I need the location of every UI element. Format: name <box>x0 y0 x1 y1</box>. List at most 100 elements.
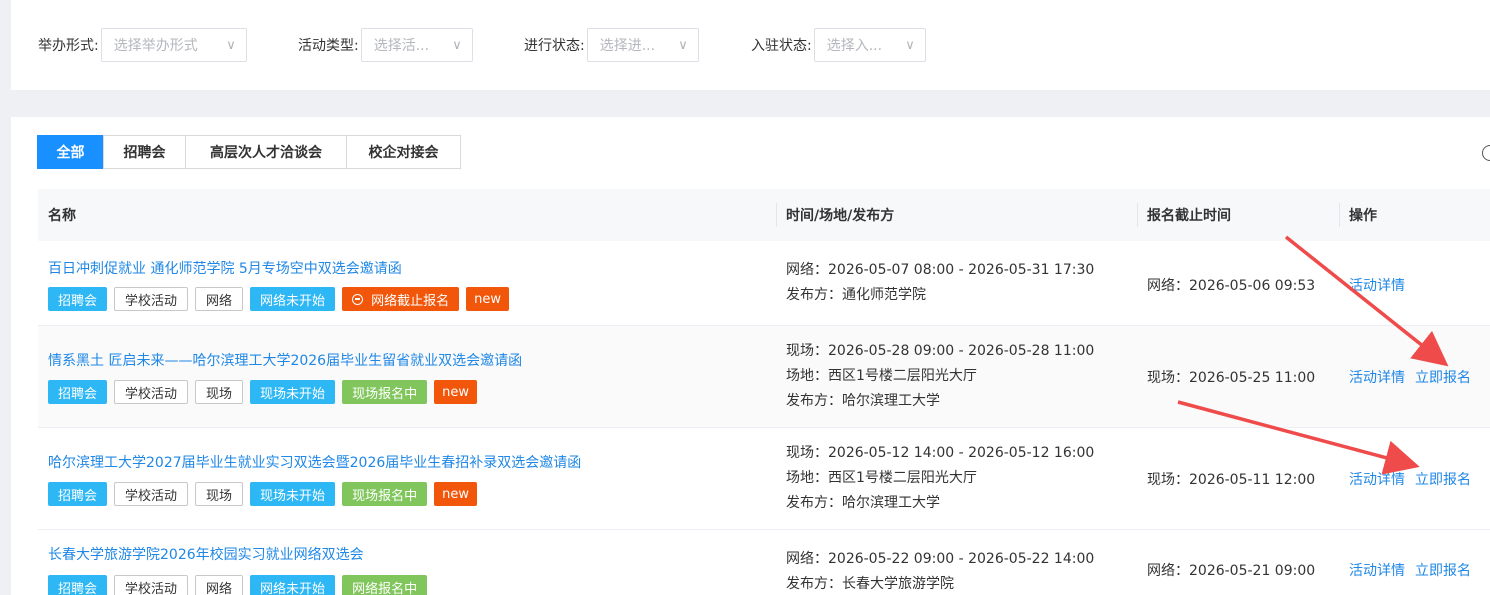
activity-details-link[interactable]: 活动详情 <box>1349 275 1405 295</box>
activity-list-card: 全部 招聘会 高层次人才洽谈会 校企对接会 名称 时间/场地/发布方 报名截止时… <box>11 117 1490 595</box>
activity-details-link[interactable]: 活动详情 <box>1349 469 1405 489</box>
tag-job-fair: 招聘会 <box>48 482 108 506</box>
register-now-link[interactable]: 立即报名 <box>1415 469 1471 489</box>
tab-job-fair[interactable]: 招聘会 <box>103 135 186 169</box>
filter-progress-select[interactable]: 选择进... ∨ <box>586 28 699 62</box>
tag-new: new <box>434 380 477 404</box>
tag-registration-closed-label: 网络截止报名 <box>371 293 450 309</box>
tag-school-activity: 学校活动 <box>114 380 189 404</box>
tag-not-started: 网络未开始 <box>250 287 336 311</box>
tag-new: new <box>466 287 509 311</box>
row-actions: 活动详情 立即报名 <box>1349 367 1471 387</box>
activity-title-link[interactable]: 百日冲刺促就业 通化师范学院 5月专场空中双选会邀请函 <box>48 258 402 278</box>
filter-format: 举办形式: 选择举办形式 ∨ <box>38 27 247 63</box>
category-tabs: 全部 招聘会 高层次人才洽谈会 校企对接会 <box>37 135 461 169</box>
tag-group: 招聘会 学校活动 网络 网络未开始 网络截止报名 new <box>48 287 509 311</box>
tag-not-started: 现场未开始 <box>250 380 336 404</box>
filter-type: 活动类型: 选择活... ∨ <box>298 27 473 63</box>
registration-deadline: 现场：2026-05-11 12:00 <box>1147 472 1316 488</box>
tag-onsite: 现场 <box>195 380 244 404</box>
tag-group: 招聘会 学校活动 网络 网络未开始 网络报名中 <box>48 575 428 595</box>
tag-onsite: 现场 <box>195 482 244 506</box>
filter-settle-label: 入驻状态: <box>751 38 812 54</box>
filter-progress: 进行状态: 选择进... ∨ <box>524 27 699 63</box>
registration-deadline: 网络：2026-05-06 09:53 <box>1147 278 1316 294</box>
filter-type-select[interactable]: 选择活... ∨ <box>360 28 473 62</box>
tag-job-fair: 招聘会 <box>48 380 108 404</box>
tab-talent-talk[interactable]: 高层次人才洽谈会 <box>185 135 347 169</box>
chevron-down-icon: ∨ <box>905 37 915 53</box>
info-line: 发布方：长春大学旅游学院 <box>786 576 954 592</box>
info-line: 发布方：哈尔滨理工大学 <box>786 495 940 511</box>
minus-circle-icon <box>352 293 364 305</box>
row-actions: 活动详情 立即报名 <box>1349 469 1471 489</box>
column-actions: 操作 <box>1349 208 1377 224</box>
tag-registering: 现场报名中 <box>342 380 428 404</box>
tag-group: 招聘会 学校活动 现场 现场未开始 现场报名中 new <box>48 482 477 506</box>
info-line: 场地：西区1号楼二层阳光大厅 <box>786 368 977 384</box>
info-line: 场地：西区1号楼二层阳光大厅 <box>786 470 977 486</box>
tab-all[interactable]: 全部 <box>37 135 104 169</box>
filter-type-label: 活动类型: <box>298 38 359 54</box>
tag-new: new <box>434 482 477 506</box>
register-now-link[interactable]: 立即报名 <box>1415 367 1471 387</box>
column-deadline: 报名截止时间 <box>1147 208 1231 224</box>
table-row: 情系黑土 匠启未来——哈尔滨理工大学2026届毕业生留省就业双选会邀请函 招聘会… <box>38 326 1490 428</box>
activity-title-link[interactable]: 情系黑土 匠启未来——哈尔滨理工大学2026届毕业生留省就业双选会邀请函 <box>48 350 522 370</box>
row-actions: 活动详情 立即报名 <box>1349 560 1471 580</box>
filter-format-placeholder: 选择举办形式 <box>113 38 198 54</box>
tag-group: 招聘会 学校活动 现场 现场未开始 现场报名中 new <box>48 380 477 404</box>
info-icon[interactable] <box>1482 145 1490 161</box>
column-divider <box>776 203 777 227</box>
chevron-down-icon: ∨ <box>678 37 688 53</box>
column-divider <box>1137 203 1138 227</box>
tag-school-activity: 学校活动 <box>114 482 189 506</box>
info-line: 网络：2026-05-22 09:00 - 2026-05-22 14:00 <box>786 551 1095 567</box>
info-line: 现场：2026-05-12 14:00 - 2026-05-12 16:00 <box>786 445 1095 461</box>
filter-format-label: 举办形式: <box>38 38 99 54</box>
tag-registration-closed: 网络截止报名 <box>342 287 460 311</box>
activity-info: 现场：2026-05-12 14:00 - 2026-05-12 16:00 场… <box>786 441 1094 516</box>
column-divider <box>1339 203 1340 227</box>
activity-details-link[interactable]: 活动详情 <box>1349 367 1405 387</box>
row-actions: 活动详情 <box>1349 275 1405 295</box>
info-line: 网络：2026-05-07 08:00 - 2026-05-31 17:30 <box>786 262 1095 278</box>
tag-not-started: 现场未开始 <box>250 482 336 506</box>
activity-info: 网络：2026-05-22 09:00 - 2026-05-22 14:00 发… <box>786 547 1094 595</box>
filter-bar: 举办形式: 选择举办形式 ∨ 活动类型: 选择活... ∨ 进行状态: 选择进.… <box>11 0 1490 90</box>
tag-online: 网络 <box>195 575 244 595</box>
filter-settle-select[interactable]: 选择入... ∨ <box>813 28 926 62</box>
tag-job-fair: 招聘会 <box>48 575 108 595</box>
info-line: 发布方：哈尔滨理工大学 <box>786 393 940 409</box>
filter-format-select[interactable]: 选择举办形式 ∨ <box>100 28 247 62</box>
chevron-down-icon: ∨ <box>452 37 462 53</box>
activity-title-link[interactable]: 长春大学旅游学院2026年校园实习就业网络双选会 <box>48 544 364 564</box>
info-line: 发布方：通化师范学院 <box>786 287 926 303</box>
filter-progress-label: 进行状态: <box>524 38 585 54</box>
tag-not-started: 网络未开始 <box>250 575 336 595</box>
table-row: 百日冲刺促就业 通化师范学院 5月专场空中双选会邀请函 招聘会 学校活动 网络 … <box>38 241 1490 326</box>
filter-type-placeholder: 选择活... <box>373 38 430 54</box>
registration-deadline: 现场：2026-05-25 11:00 <box>1147 370 1316 386</box>
tag-job-fair: 招聘会 <box>48 287 108 311</box>
registration-deadline: 网络：2026-05-21 09:00 <box>1147 563 1316 579</box>
tag-online: 网络 <box>195 287 244 311</box>
tag-school-activity: 学校活动 <box>114 575 189 595</box>
activity-details-link[interactable]: 活动详情 <box>1349 560 1405 580</box>
column-time-venue: 时间/场地/发布方 <box>786 208 895 224</box>
activity-info: 网络：2026-05-07 08:00 - 2026-05-31 17:30 发… <box>786 258 1094 308</box>
activity-info: 现场：2026-05-28 09:00 - 2026-05-28 11:00 场… <box>786 339 1094 414</box>
tag-registering: 现场报名中 <box>342 482 428 506</box>
table-row: 长春大学旅游学院2026年校园实习就业网络双选会 招聘会 学校活动 网络 网络未… <box>38 530 1490 595</box>
filter-settle-placeholder: 选择入... <box>826 38 883 54</box>
info-line: 现场：2026-05-28 09:00 - 2026-05-28 11:00 <box>786 343 1095 359</box>
table-header: 名称 时间/场地/发布方 报名截止时间 操作 <box>38 189 1490 242</box>
activity-title-link[interactable]: 哈尔滨理工大学2027届毕业生就业实习双选会暨2026届毕业生春招补录双选会邀请… <box>48 452 581 472</box>
chevron-down-icon: ∨ <box>226 37 236 53</box>
tab-school-enterprise[interactable]: 校企对接会 <box>346 135 461 169</box>
table-row: 哈尔滨理工大学2027届毕业生就业实习双选会暨2026届毕业生春招补录双选会邀请… <box>38 428 1490 530</box>
register-now-link[interactable]: 立即报名 <box>1415 560 1471 580</box>
filter-settle: 入驻状态: 选择入... ∨ <box>751 27 926 63</box>
filter-progress-placeholder: 选择进... <box>599 38 656 54</box>
tag-registering: 网络报名中 <box>342 575 428 595</box>
